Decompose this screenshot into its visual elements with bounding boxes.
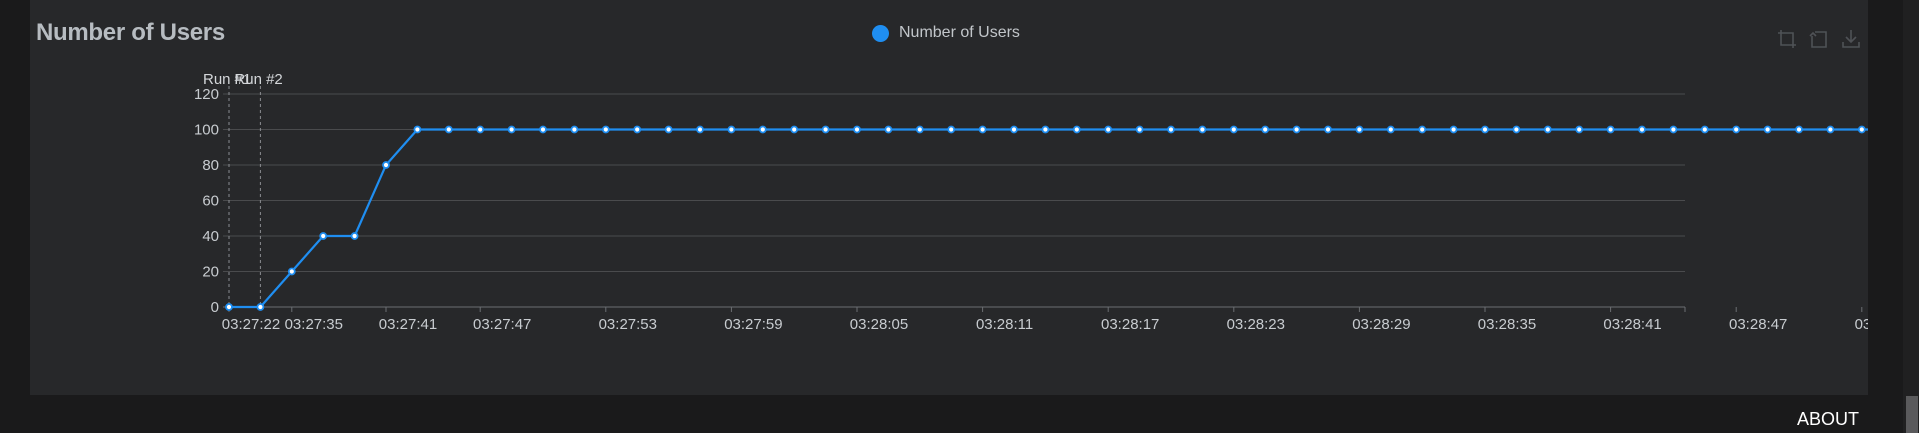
y-tick-label: 40 <box>202 228 219 245</box>
x-tick-label: 03:28:35 <box>1478 316 1536 333</box>
data-point <box>1041 125 1050 134</box>
y-tick-label: 80 <box>202 157 219 174</box>
data-point <box>1481 125 1489 134</box>
data-point <box>1261 125 1270 134</box>
data-point <box>884 125 893 134</box>
data-point <box>570 125 579 134</box>
data-point <box>1418 125 1427 134</box>
data-point <box>287 267 296 276</box>
data-point <box>225 303 233 311</box>
data-point <box>1010 125 1018 134</box>
x-tick-label: 03:28:53 <box>1855 316 1868 333</box>
data-point <box>350 232 359 240</box>
x-tick-label: 03:27:22 <box>222 316 280 333</box>
data-point <box>413 125 422 134</box>
data-point <box>1292 125 1301 134</box>
x-tick-label: 03:27:35 <box>285 316 343 333</box>
data-point <box>853 125 861 134</box>
data-point <box>1700 125 1709 134</box>
data-point <box>319 232 328 240</box>
data-point <box>1198 125 1207 134</box>
data-point <box>758 125 767 134</box>
data-point <box>1732 125 1741 134</box>
data-point <box>1167 125 1175 134</box>
line-chart: Run #1Run #2 020406080100120 03:27:22 03:… <box>194 71 1868 333</box>
grid-layer <box>223 93 1685 308</box>
x-tick-label: 03:28:41 <box>1603 316 1661 333</box>
y-axis: 0 20 40 60 80 100 120 <box>194 86 219 316</box>
data-point <box>1386 125 1395 134</box>
x-tick-label: 03:28:17 <box>1101 316 1159 333</box>
data-point <box>601 125 610 134</box>
y-tick-label: 100 <box>194 122 219 139</box>
x-tick-label: 03:28:47 <box>1729 316 1787 333</box>
data-point <box>947 125 956 134</box>
x-tick-label: 03:27:53 <box>599 316 657 333</box>
data-point <box>1449 125 1458 134</box>
dashboard-page: Number of Users Number of Users Run #1 Ru… <box>0 0 1919 433</box>
data-point <box>1857 125 1866 134</box>
data-point <box>507 125 516 134</box>
data-point <box>1795 125 1803 134</box>
x-tick-label: 03:28:11 <box>976 316 1033 333</box>
x-tick-label: 03:28:23 <box>1227 316 1285 333</box>
x-axis: 03:27:22 03:27:35 03:27:41 03:27:47 03:27:53… <box>222 307 1868 333</box>
data-point <box>1543 125 1552 134</box>
y-tick-label: 120 <box>194 86 219 103</box>
x-tick-label: 03:27:47 <box>473 316 531 333</box>
data-point <box>821 125 830 134</box>
x-tick-label: 03:27:41 <box>379 316 437 333</box>
x-tick-label: 03:28:29 <box>1352 316 1410 333</box>
series-layer <box>225 125 1868 311</box>
data-point <box>1575 125 1584 134</box>
data-point <box>1512 125 1521 134</box>
data-point <box>382 161 390 169</box>
y-tick-label: 60 <box>202 193 219 210</box>
y-tick-label: 20 <box>202 264 219 281</box>
data-point <box>1135 125 1144 134</box>
data-point <box>1763 125 1772 134</box>
series-line <box>229 128 1868 309</box>
data-point <box>256 303 265 311</box>
data-point <box>727 125 736 134</box>
data-point <box>978 125 987 134</box>
data-point <box>664 125 673 134</box>
data-point <box>633 125 642 134</box>
run-marker-label: Run #2 <box>234 71 282 88</box>
data-point <box>539 125 547 134</box>
data-point <box>1638 125 1646 134</box>
data-point <box>1324 125 1332 134</box>
data-point <box>696 125 704 134</box>
scrollbar-track[interactable] <box>1903 0 1919 433</box>
data-point <box>1606 125 1615 134</box>
x-tick-label: 03:28:05 <box>850 316 908 333</box>
data-point <box>476 125 485 134</box>
data-point <box>1669 125 1678 134</box>
data-point <box>1826 125 1835 134</box>
data-point <box>790 125 799 134</box>
users-chart-panel: Number of Users Number of Users Run #1 Ru… <box>30 0 1868 395</box>
data-point <box>1072 125 1081 134</box>
y-tick-label: 0 <box>211 299 219 316</box>
data-point <box>444 125 453 134</box>
x-tick-label: 03:27:59 <box>724 316 782 333</box>
data-point <box>1104 125 1113 134</box>
scrollbar-thumb[interactable] <box>1906 396 1918 433</box>
data-point <box>1229 125 1238 134</box>
about-link[interactable]: ABOUT <box>1797 409 1859 430</box>
data-point <box>1355 125 1364 134</box>
data-point <box>915 125 924 134</box>
